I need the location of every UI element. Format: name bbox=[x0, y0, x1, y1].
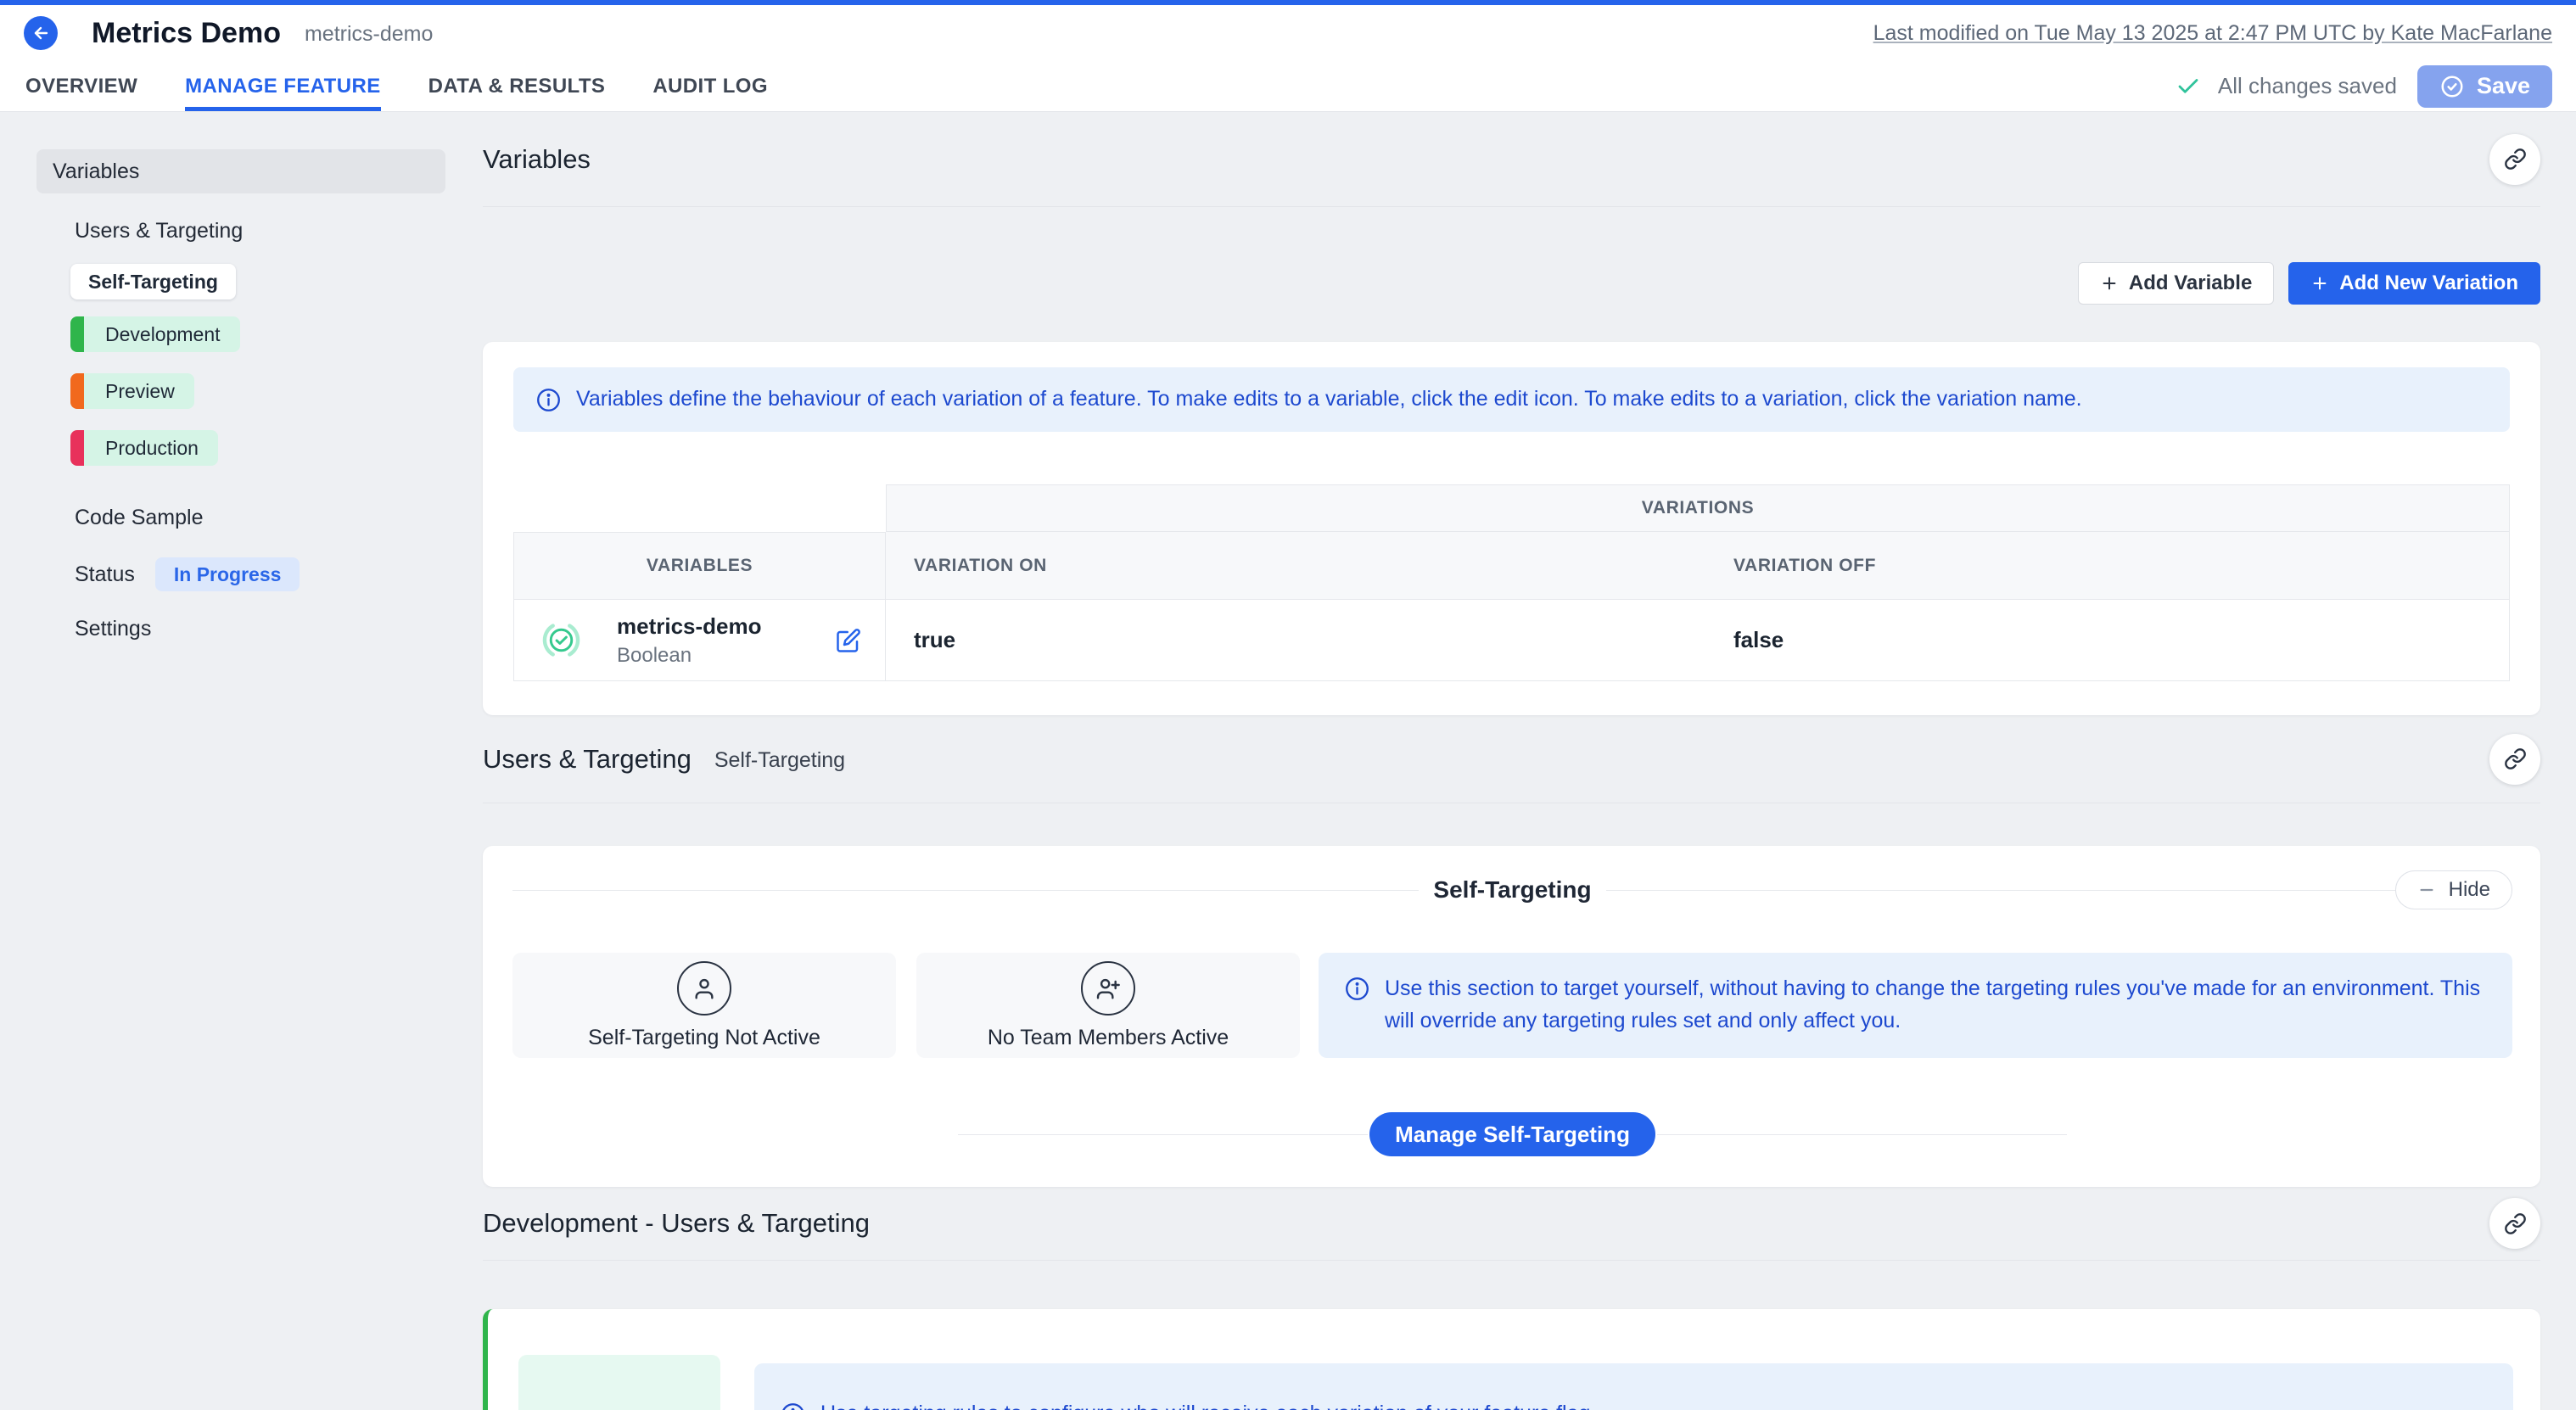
sidebar: Variables Users & Targeting Self-Targeti… bbox=[25, 112, 462, 1410]
variables-section-header: Variables bbox=[483, 112, 2540, 207]
page-title: Metrics Demo bbox=[92, 17, 281, 50]
self-targeting-card: Self-Targeting Hide Self-Targeting Not A… bbox=[483, 846, 2540, 1187]
circle-check-icon bbox=[2439, 74, 2465, 99]
tab-bar: OVERVIEW MANAGE FEATURE DATA & RESULTS A… bbox=[25, 61, 768, 111]
tab-overview[interactable]: OVERVIEW bbox=[25, 61, 137, 111]
add-new-variation-button[interactable]: Add New Variation bbox=[2288, 262, 2540, 305]
users-targeting-heading: Users & Targeting bbox=[483, 744, 692, 775]
edit-variable-button[interactable] bbox=[836, 628, 861, 653]
env-color-bar bbox=[70, 430, 84, 466]
edit-icon bbox=[836, 628, 861, 653]
save-status-text: All changes saved bbox=[2218, 73, 2397, 99]
header: Metrics Demo metrics-demo Last modified … bbox=[0, 5, 2576, 112]
add-variable-button[interactable]: Add Variable bbox=[2078, 262, 2274, 305]
variable-type: Boolean bbox=[617, 644, 762, 668]
arrow-left-icon bbox=[31, 23, 51, 43]
link-icon bbox=[2504, 1212, 2527, 1235]
development-banner-text: Use targeting rules to configure who wil… bbox=[820, 1398, 1596, 1410]
sidebar-item-env-development[interactable]: Development bbox=[70, 316, 240, 352]
variables-banner-text: Variables define the behaviour of each v… bbox=[576, 383, 2082, 416]
back-button[interactable] bbox=[24, 16, 58, 50]
users-targeting-subheading: Self-Targeting bbox=[714, 748, 845, 773]
variation-on-value: true bbox=[914, 627, 955, 653]
team-members-status-card: No Team Members Active bbox=[916, 953, 1300, 1058]
info-icon bbox=[1344, 976, 1370, 1002]
development-link-button[interactable] bbox=[2489, 1198, 2540, 1249]
sidebar-item-env-preview[interactable]: Preview bbox=[70, 373, 194, 409]
user-icon bbox=[691, 975, 718, 1002]
divider-line bbox=[1657, 1134, 2067, 1135]
plus-icon bbox=[2310, 274, 2329, 293]
divider-line bbox=[958, 1134, 1368, 1135]
user-plus-icon bbox=[1095, 975, 1122, 1002]
self-targeting-status-label: Self-Targeting Not Active bbox=[588, 1026, 820, 1050]
info-icon bbox=[535, 387, 562, 413]
variables-link-button[interactable] bbox=[2489, 134, 2540, 185]
status-badge: In Progress bbox=[155, 557, 300, 591]
variation-off-value: false bbox=[1733, 627, 1784, 653]
development-targeting-card: Targeting ON Use targeting rules to conf… bbox=[483, 1309, 2540, 1410]
env-color-bar bbox=[70, 373, 84, 409]
env-color-bar bbox=[70, 316, 84, 352]
saved-check-icon bbox=[2176, 74, 2201, 99]
hide-button[interactable]: Hide bbox=[2395, 870, 2512, 909]
users-targeting-section-header: Users & Targeting Self-Targeting bbox=[483, 715, 2540, 803]
sidebar-item-self-targeting[interactable]: Self-Targeting bbox=[70, 264, 236, 299]
link-icon bbox=[2504, 747, 2527, 770]
table-row-variation-off-cell: false bbox=[1708, 600, 2510, 681]
sidebar-item-env-production[interactable]: Production bbox=[70, 430, 218, 466]
divider-line bbox=[1606, 890, 2512, 891]
sidebar-item-status[interactable]: Status bbox=[75, 562, 135, 587]
user-plus-circle-icon bbox=[1081, 961, 1135, 1016]
development-heading: Development - Users & Targeting bbox=[483, 1208, 870, 1239]
tab-data-results[interactable]: DATA & RESULTS bbox=[428, 61, 606, 111]
variables-table: VARIATIONS VARIABLES VARIATION ON VARIAT… bbox=[513, 484, 2510, 681]
divider-line bbox=[512, 890, 1419, 891]
self-targeting-banner-text: Use this section to target yourself, wit… bbox=[1385, 973, 2487, 1037]
sidebar-item-code-sample[interactable]: Code Sample bbox=[75, 506, 203, 530]
col-header-variation-on: VARIATION ON bbox=[886, 532, 1708, 600]
variables-info-banner: Variables define the behaviour of each v… bbox=[513, 367, 2510, 432]
development-info-banner: Use targeting rules to configure who wil… bbox=[754, 1363, 2513, 1410]
table-corner-cell bbox=[513, 484, 886, 532]
sidebar-item-variables[interactable]: Variables bbox=[36, 149, 445, 193]
col-header-variables: VARIABLES bbox=[513, 532, 886, 600]
col-header-variation-off: VARIATION OFF bbox=[1708, 532, 2510, 600]
user-circle-icon bbox=[677, 961, 731, 1016]
sidebar-item-settings[interactable]: Settings bbox=[75, 617, 151, 641]
users-targeting-link-button[interactable] bbox=[2489, 734, 2540, 785]
self-targeting-status-card: Self-Targeting Not Active bbox=[512, 953, 896, 1058]
last-modified-link[interactable]: Last modified on Tue May 13 2025 at 2:47… bbox=[1873, 21, 2552, 46]
self-targeting-panel-title: Self-Targeting bbox=[1419, 876, 1605, 904]
minus-icon bbox=[2417, 881, 2436, 899]
page-subtitle: metrics-demo bbox=[305, 22, 433, 47]
variables-card: Variables define the behaviour of each v… bbox=[483, 342, 2540, 715]
link-icon bbox=[2504, 148, 2527, 171]
plus-icon bbox=[2100, 274, 2119, 293]
tab-manage-feature[interactable]: MANAGE FEATURE bbox=[185, 61, 380, 111]
sidebar-item-users-targeting[interactable]: Users & Targeting bbox=[75, 219, 243, 243]
save-button[interactable]: Save bbox=[2417, 65, 2552, 108]
manage-self-targeting-button[interactable]: Manage Self-Targeting bbox=[1369, 1112, 1655, 1156]
tab-audit-log[interactable]: AUDIT LOG bbox=[652, 61, 768, 111]
variable-name: metrics-demo bbox=[617, 613, 762, 640]
self-targeting-info-banner: Use this section to target yourself, wit… bbox=[1319, 953, 2512, 1058]
team-members-status-label: No Team Members Active bbox=[988, 1026, 1229, 1050]
development-section-header: Development - Users & Targeting bbox=[483, 1187, 2540, 1261]
targeting-toggle-box: Targeting ON bbox=[518, 1355, 720, 1410]
variables-heading: Variables bbox=[483, 144, 591, 175]
variations-group-header: VARIATIONS bbox=[886, 484, 2510, 532]
table-row-variation-on-cell: true bbox=[886, 600, 1708, 681]
variable-target-icon bbox=[541, 620, 581, 660]
info-icon bbox=[780, 1402, 806, 1410]
table-row-variable-cell: metrics-demo Boolean bbox=[513, 600, 886, 681]
